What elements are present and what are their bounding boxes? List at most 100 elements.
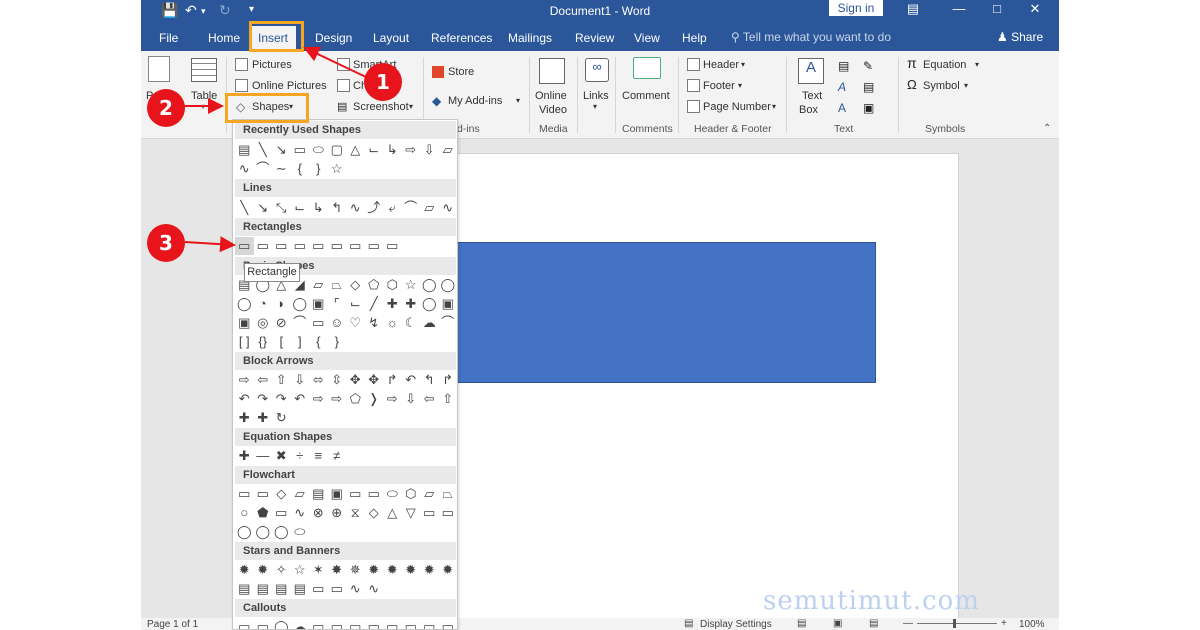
- teardrop-shape[interactable]: ◯: [291, 295, 310, 313]
- tab-review[interactable]: Review: [575, 31, 614, 45]
- card-shape[interactable]: ▭: [272, 504, 291, 522]
- elbow-connector-shape[interactable]: ⌙: [365, 141, 384, 159]
- tab-home[interactable]: Home: [208, 31, 240, 45]
- footer-dropdown-icon[interactable]: ▾: [738, 81, 742, 90]
- tab-mailings[interactable]: Mailings: [508, 31, 552, 45]
- object-icon[interactable]: ▣: [863, 101, 874, 115]
- right-arrow-shape[interactable]: ⇨: [235, 371, 254, 389]
- collapse-ribbon-icon[interactable]: ⌃: [1043, 123, 1051, 134]
- data-shape[interactable]: ▱: [291, 485, 310, 503]
- display-settings-button[interactable]: Display Settings: [700, 619, 772, 630]
- tab-view[interactable]: View: [634, 31, 660, 45]
- double-brace-shape[interactable]: {}: [254, 333, 273, 351]
- line-callout-3-shape[interactable]: ▭: [346, 618, 365, 629]
- block-arc-shape[interactable]: ⌒: [291, 314, 310, 332]
- table-button[interactable]: Table: [191, 90, 217, 102]
- rectangle-shape[interactable]: ▭: [291, 141, 310, 159]
- snip-same-side-rect-shape[interactable]: ▭: [291, 237, 310, 255]
- sequential-access-storage-shape[interactable]: ◯: [235, 523, 254, 541]
- trapezoid-shape[interactable]: ⏢: [328, 276, 347, 294]
- curved-ribbon-up-shape[interactable]: ▤: [272, 580, 291, 598]
- diagonal-stripe-shape[interactable]: ╱: [365, 295, 384, 313]
- manual-operation-shape[interactable]: ⏢: [439, 485, 458, 503]
- freeform-shape[interactable]: ∿: [235, 160, 254, 178]
- text-box-label-2[interactable]: Box: [799, 104, 818, 116]
- rect-callout-shape[interactable]: ▭: [235, 618, 254, 629]
- terminator-shape[interactable]: ⬭: [383, 485, 402, 503]
- cloud-callout-shape[interactable]: ☁: [291, 618, 310, 629]
- chevron-shape[interactable]: ❭: [365, 390, 384, 408]
- heart-shape[interactable]: ♡: [346, 314, 365, 332]
- or-shape[interactable]: ⊕: [328, 504, 347, 522]
- quad-arrow-callout-shape[interactable]: ✚: [254, 409, 273, 427]
- ribbon-up-shape[interactable]: ▤: [235, 580, 254, 598]
- folded-corner-shape[interactable]: ▭: [309, 314, 328, 332]
- star-16-point-shape[interactable]: ✹: [402, 561, 421, 579]
- star-7-point-shape[interactable]: ✸: [328, 561, 347, 579]
- sun-shape[interactable]: ☼: [383, 314, 402, 332]
- extract-shape[interactable]: △: [383, 504, 402, 522]
- line-callout-5-shape[interactable]: ▭: [383, 618, 402, 629]
- star-4-point-shape[interactable]: ✧: [272, 561, 291, 579]
- donut-shape[interactable]: ◎: [254, 314, 273, 332]
- elbow-arrow-shape[interactable]: ↳: [309, 199, 328, 217]
- dodecagon-shape[interactable]: ◯: [235, 295, 254, 313]
- magnetic-disk-shape[interactable]: ◯: [254, 523, 273, 541]
- star-12-point-shape[interactable]: ✹: [383, 561, 402, 579]
- left-right-arrow-shape[interactable]: ⬄: [309, 371, 328, 389]
- right-arrow-callout-shape[interactable]: ⇨: [383, 390, 402, 408]
- star-8-point-shape[interactable]: ✵: [346, 561, 365, 579]
- star-24-point-shape[interactable]: ✹: [420, 561, 439, 579]
- equation-dropdown-icon[interactable]: ▾: [975, 60, 979, 69]
- header-button[interactable]: Header: [703, 59, 739, 71]
- bent-arrow-shape[interactable]: ↱: [383, 371, 402, 389]
- collate-shape[interactable]: ⧖: [346, 504, 365, 522]
- oval-callout-shape[interactable]: ◯: [272, 618, 291, 629]
- arc-shape[interactable]: ⌒: [439, 314, 458, 332]
- text-box-label-1[interactable]: Text: [802, 90, 822, 102]
- moon-shape[interactable]: ☾: [402, 314, 421, 332]
- rounded-rect-shape[interactable]: ▭: [254, 237, 273, 255]
- read-mode-icon[interactable]: ▤: [797, 618, 806, 629]
- elbow-connector-shape[interactable]: ⌙: [291, 199, 310, 217]
- equation-button[interactable]: Equation: [923, 59, 966, 71]
- round-corner-rect-shape[interactable]: ▭: [346, 237, 365, 255]
- zoom-out-icon[interactable]: —: [903, 618, 913, 629]
- line-shape[interactable]: ╲: [254, 141, 273, 159]
- tell-me-search[interactable]: ⚲ Tell me what you want to do: [731, 30, 891, 44]
- share-button[interactable]: ♟ Share: [997, 30, 1043, 44]
- left-arrow-callout-shape[interactable]: ⇦: [420, 390, 439, 408]
- header-dropdown-icon[interactable]: ▾: [741, 60, 745, 69]
- direct-access-storage-shape[interactable]: ◯: [272, 523, 291, 541]
- pictures-button[interactable]: Pictures: [252, 59, 292, 71]
- line-callout-7-shape[interactable]: ▭: [420, 618, 439, 629]
- web-layout-icon[interactable]: ▤: [869, 618, 878, 629]
- curved-connector-shape[interactable]: ∿: [346, 199, 365, 217]
- rounded-rect-callout-shape[interactable]: ▭: [254, 618, 273, 629]
- alternate-process-shape[interactable]: ▭: [254, 485, 273, 503]
- snip-rect-shape[interactable]: ▱: [439, 141, 458, 159]
- line-callout-4-shape[interactable]: ▭: [365, 618, 384, 629]
- pentagon-arrow-shape[interactable]: ⬠: [346, 390, 365, 408]
- print-layout-icon[interactable]: ▣: [833, 618, 842, 629]
- horizontal-scroll-shape[interactable]: ▭: [328, 580, 347, 598]
- arc-shape[interactable]: ⌒: [254, 160, 273, 178]
- arrow-line-shape[interactable]: ↘: [272, 141, 291, 159]
- online-pictures-button[interactable]: Online Pictures: [252, 80, 327, 92]
- document-page[interactable]: [457, 153, 959, 630]
- bevel-shape[interactable]: ▣: [235, 314, 254, 332]
- elbow-arrow-shape[interactable]: ↳: [383, 141, 402, 159]
- process-shape[interactable]: ▭: [235, 485, 254, 503]
- pentagon-shape[interactable]: ⬠: [365, 276, 384, 294]
- line-callout-2-shape[interactable]: ▭: [328, 618, 347, 629]
- table-dropdown-icon[interactable]: ▾: [201, 102, 205, 111]
- left-arrow-shape[interactable]: ⇦: [254, 371, 273, 389]
- double-arrow-line-shape[interactable]: ⤡: [272, 199, 291, 217]
- cloud-shape[interactable]: ☁: [420, 314, 439, 332]
- notched-right-arrow-shape[interactable]: ⇨: [328, 390, 347, 408]
- up-arrow-shape[interactable]: ⇧: [272, 371, 291, 389]
- manual-input-shape[interactable]: ▱: [420, 485, 439, 503]
- half-frame-shape[interactable]: ⌜: [328, 295, 347, 313]
- curved-double-arrow-shape[interactable]: ⤶: [383, 199, 402, 217]
- delay-shape[interactable]: ▭: [439, 504, 458, 522]
